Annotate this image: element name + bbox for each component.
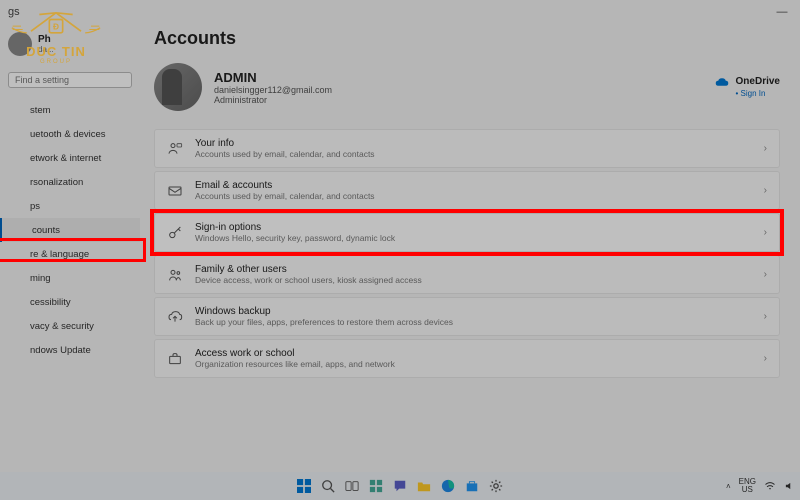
- card-sign-in-options[interactable]: Sign-in optionsWindows Hello, security k…: [154, 213, 780, 252]
- main-content: Accounts ADMIN danielsingger112@gmail.co…: [140, 24, 800, 472]
- task-view-icon[interactable]: [343, 477, 361, 495]
- card-email-accounts[interactable]: Email & accountsAccounts used by email, …: [154, 171, 780, 210]
- card-windows-backup[interactable]: Windows backupBack up your files, apps, …: [154, 297, 780, 336]
- wifi-icon[interactable]: [764, 480, 776, 492]
- onedrive-title: OneDrive: [736, 76, 780, 87]
- avatar[interactable]: [154, 63, 202, 111]
- account-hero: ADMIN danielsingger112@gmail.com Adminis…: [154, 63, 780, 111]
- mail-icon: [167, 183, 183, 199]
- sidebar-item-apps[interactable]: ps: [0, 194, 140, 218]
- minimize-button[interactable]: —: [772, 6, 792, 18]
- app-label: gs: [8, 6, 20, 18]
- card-your-info[interactable]: Your infoAccounts used by email, calenda…: [154, 129, 780, 168]
- sidebar-item-bluetooth[interactable]: uetooth & devices: [0, 122, 140, 146]
- search-box[interactable]: [8, 72, 132, 88]
- card-work-school[interactable]: Access work or schoolOrganization resour…: [154, 339, 780, 378]
- avatar-small: [8, 32, 32, 56]
- family-icon: [167, 267, 183, 283]
- profile-name-small: Ph: [38, 34, 54, 45]
- account-name: ADMIN: [214, 70, 332, 85]
- chat-icon[interactable]: [391, 477, 409, 495]
- volume-icon[interactable]: [784, 480, 794, 492]
- explorer-icon[interactable]: [415, 477, 433, 495]
- settings-icon[interactable]: [487, 477, 505, 495]
- settings-window: gs — Ph da... stem uetooth & devices etw…: [0, 0, 800, 472]
- sidebar: Ph da... stem uetooth & devices etwork &…: [0, 24, 140, 472]
- onedrive-block[interactable]: OneDrive • Sign In: [714, 76, 780, 98]
- account-role: Administrator: [214, 95, 332, 105]
- store-icon[interactable]: [463, 477, 481, 495]
- search-input[interactable]: [15, 75, 132, 85]
- sidebar-item-gaming[interactable]: ming: [0, 266, 140, 290]
- sidebar-item-time-language[interactable]: re & language: [0, 242, 140, 266]
- sidebar-item-windows-update[interactable]: ndows Update: [0, 338, 140, 362]
- sidebar-item-personalization[interactable]: rsonalization: [0, 170, 140, 194]
- sidebar-item-network[interactable]: etwork & internet: [0, 146, 140, 170]
- chevron-right-icon: ›: [764, 353, 767, 364]
- cloud-icon: [714, 77, 730, 87]
- chevron-right-icon: ›: [764, 185, 767, 196]
- key-icon: [167, 225, 183, 241]
- start-button[interactable]: [295, 477, 313, 495]
- edge-icon[interactable]: [439, 477, 457, 495]
- profile-small[interactable]: Ph da...: [0, 28, 140, 60]
- chevron-right-icon: ›: [764, 311, 767, 322]
- taskbar-search-icon[interactable]: [319, 477, 337, 495]
- person-icon: [167, 141, 183, 157]
- language-indicator[interactable]: ENG US: [739, 478, 756, 494]
- chevron-right-icon: ›: [764, 269, 767, 280]
- briefcase-icon: [167, 351, 183, 367]
- sidebar-item-privacy[interactable]: vacy & security: [0, 314, 140, 338]
- card-family-users[interactable]: Family & other usersDevice access, work …: [154, 255, 780, 294]
- page-title: Accounts: [154, 28, 780, 49]
- backup-icon: [167, 309, 183, 325]
- account-email: danielsingger112@gmail.com: [214, 85, 332, 95]
- profile-email-small: da...: [38, 45, 54, 54]
- taskbar: ˄ ENG US: [0, 472, 800, 500]
- chevron-right-icon: ›: [764, 143, 767, 154]
- widgets-icon[interactable]: [367, 477, 385, 495]
- sidebar-item-system[interactable]: stem: [0, 98, 140, 122]
- chevron-right-icon: ›: [764, 227, 767, 238]
- sidebar-item-accounts[interactable]: counts: [0, 218, 140, 242]
- onedrive-signin[interactable]: • Sign In: [736, 89, 766, 98]
- sidebar-item-accessibility[interactable]: cessibility: [0, 290, 140, 314]
- titlebar: gs —: [0, 0, 800, 24]
- tray-chevron-icon[interactable]: ˄: [726, 482, 731, 491]
